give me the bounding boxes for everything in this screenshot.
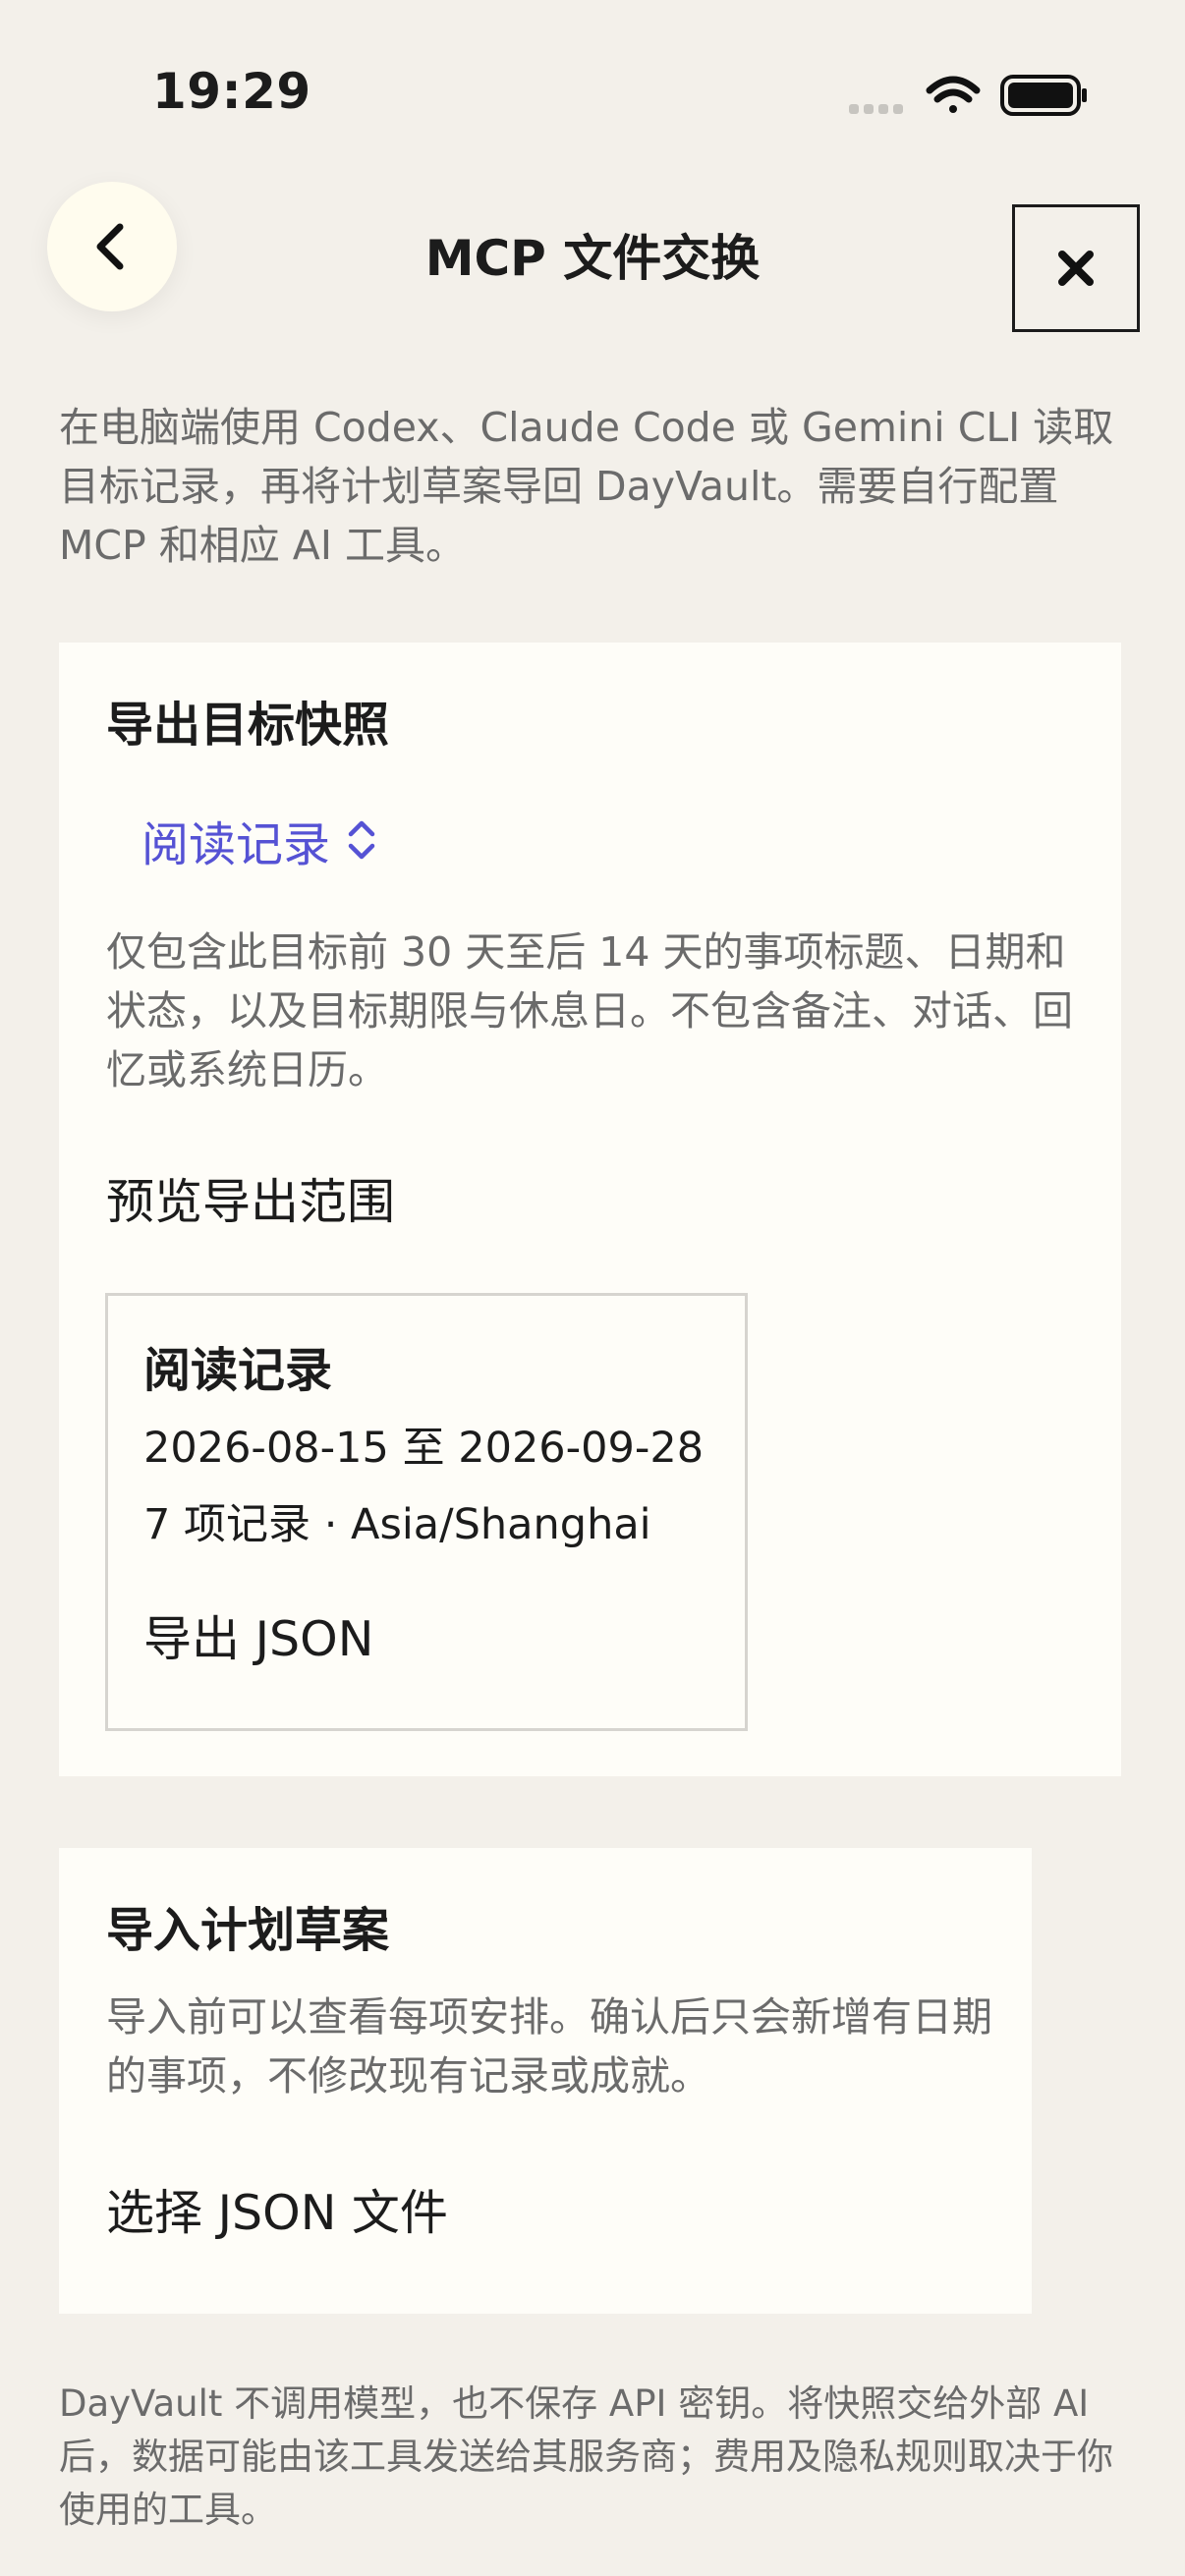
export-card: 导出目标快照 阅读记录 仅包含此目标前 30 天至后 14 天的事项标题、日期和…	[59, 643, 1121, 1776]
page-title: MCP 文件交换	[424, 230, 761, 287]
goal-picker[interactable]: 阅读记录	[141, 806, 377, 874]
battery-icon	[1000, 75, 1087, 116]
footer-note: DayVault 不调用模型，也不保存 API 密钥。将快照交给外部 AI 后，…	[59, 2382, 1113, 2531]
status-bar: 19:29	[0, 0, 1185, 187]
intro-text: 在电脑端使用 Codex、Claude Code 或 Gemini CLI 读取…	[59, 404, 1114, 569]
import-title: 导入计划草案	[106, 1903, 390, 1958]
import-description: 导入前可以查看每项安排。确认后只会新增有日期的事项，不修改现有记录或成就。	[106, 1993, 992, 2100]
preview-goal-name: 阅读记录	[143, 1343, 333, 1398]
preview-date-range: 2026-08-15 至 2026-09-28	[143, 1424, 705, 1473]
nav-bar: MCP 文件交换	[0, 177, 1185, 332]
preview-summary: 7 项记录 · Asia/Shanghai	[143, 1500, 651, 1549]
export-description: 仅包含此目标前 30 天至后 14 天的事项标题、日期和状态，以及目标期限与休息…	[106, 928, 1073, 1093]
signal-icon	[849, 104, 903, 114]
goal-picker-value: 阅读记录	[141, 817, 331, 872]
wifi-icon	[926, 76, 981, 113]
select-json-button[interactable]: 选择 JSON 文件	[106, 2174, 448, 2244]
preview-label: 预览导出范围	[106, 1174, 396, 1230]
back-button[interactable]	[47, 182, 177, 311]
chevron-left-icon	[96, 223, 124, 270]
import-card: 导入计划草案 导入前可以查看每项安排。确认后只会新增有日期的事项，不修改现有记录…	[59, 1848, 1032, 2314]
export-title: 导出目标快照	[106, 698, 390, 753]
status-icons	[845, 69, 1091, 128]
chevron-up-down-icon	[348, 820, 375, 860]
status-time: 19:29	[152, 63, 311, 120]
preview-box: 阅读记录 2026-08-15 至 2026-09-28 7 项记录 · Asi…	[105, 1293, 748, 1731]
close-icon	[1058, 251, 1094, 286]
export-json-button[interactable]: 导出 JSON	[143, 1600, 373, 1670]
close-button[interactable]	[1012, 204, 1140, 332]
